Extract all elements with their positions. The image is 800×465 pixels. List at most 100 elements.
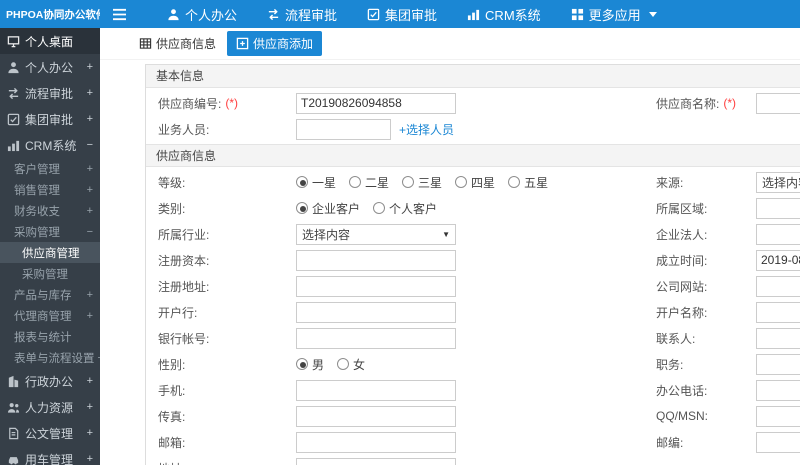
sidebar-item-14[interactable]: 报表与统计 (0, 326, 100, 347)
address-input[interactable] (296, 457, 456, 465)
approve-icon (367, 8, 380, 21)
topnav-item-4[interactable]: CRM系统 (452, 0, 556, 28)
sidebar-item-9[interactable]: 采购管理 − (0, 221, 100, 242)
topnav-item-2[interactable]: 流程审批 (252, 0, 352, 28)
sidebar-item-18[interactable]: 公文管理 + (0, 420, 100, 446)
sidebar-item-6[interactable]: 客户管理 + (0, 158, 100, 179)
reg-address-label: 注册地址: (158, 279, 210, 294)
contact-label: 联系人: (656, 331, 696, 346)
bank-input[interactable] (296, 301, 456, 323)
sidebar-item-3[interactable]: 流程审批 + (0, 80, 100, 106)
form-row: 注册地址: 公司网站: (146, 273, 800, 299)
business-person-input[interactable] (296, 118, 391, 140)
sidebar-item-16[interactable]: 行政办公 + (0, 368, 100, 394)
topnav-item-3[interactable]: 集团审批 (352, 0, 452, 28)
source-select[interactable]: 选择内容▼ (756, 171, 800, 193)
hr-icon (7, 401, 20, 414)
expand-toggle-icon: − (86, 139, 93, 151)
expand-toggle-icon: + (86, 309, 93, 322)
industry-select[interactable]: 选择内容 ▼ (296, 223, 456, 245)
sidebar-item-4[interactable]: 集团审批 + (0, 106, 100, 132)
level-radio-1[interactable]: 一星 (296, 174, 336, 191)
tab-2[interactable]: 供应商添加 (227, 31, 323, 56)
sidebar: 个人桌面 个人办公 + 流程审批 + 集团审批 + CRM系统 − 客户管理 + 销售管理 + 财务收支 +… (0, 28, 100, 465)
caret-down-icon: ▼ (442, 229, 450, 239)
expand-toggle-icon: + (86, 427, 93, 439)
required-marker: (*) (225, 96, 239, 110)
supplier-name-input[interactable] (756, 92, 800, 114)
form-row: 等级: 一星 二星 三星 四星 五星 来源: 选择内容▼ (146, 169, 800, 195)
gender-radio-2[interactable]: 女 (337, 356, 365, 373)
radio-icon[interactable] (349, 176, 362, 188)
office-phone-input[interactable] (756, 379, 800, 401)
qq-msn-input[interactable] (756, 405, 800, 427)
sidebar-item-label: 表单与流程设置 (14, 352, 95, 365)
industry-label: 所属行业: (158, 227, 210, 242)
topnav-item-5[interactable]: 更多应用 (556, 0, 672, 28)
topnav-label: 集团审批 (385, 7, 438, 23)
found-date-input[interactable] (756, 249, 800, 271)
level-radio-4[interactable]: 四星 (455, 174, 495, 191)
apps-icon (571, 8, 584, 21)
sidebar-item-7[interactable]: 销售管理 + (0, 179, 100, 200)
website-input[interactable] (756, 275, 800, 297)
radio-icon[interactable] (337, 358, 350, 370)
sidebar-item-5[interactable]: CRM系统 − (0, 132, 100, 158)
sidebar-item-13[interactable]: 代理商管理 + (0, 305, 100, 326)
level-radio-3[interactable]: 三星 (402, 174, 442, 191)
sidebar-item-2[interactable]: 个人办公 + (0, 54, 100, 80)
reg-address-input[interactable] (296, 275, 456, 297)
user-icon (167, 8, 180, 21)
zip-input[interactable] (756, 431, 800, 453)
sidebar-item-1[interactable]: 个人桌面 (0, 28, 100, 54)
desktop-icon (7, 35, 20, 48)
level-radio-5[interactable]: 五星 (508, 174, 548, 191)
job-title-input[interactable] (756, 353, 800, 375)
sidebar-item-label: 财务收支 (14, 205, 60, 218)
region-input[interactable] (756, 197, 800, 219)
sidebar-item-11[interactable]: 采购管理 (0, 263, 100, 284)
tab-1[interactable]: 供应商信息 (133, 31, 222, 56)
category-radio-2[interactable]: 个人客户 (373, 200, 437, 217)
fax-input[interactable] (296, 405, 456, 427)
sidebar-item-label: 采购管理 (22, 268, 68, 281)
sidebar-item-10[interactable]: 供应商管理 (0, 242, 100, 263)
form-row: 地址: (146, 455, 800, 465)
email-input[interactable] (296, 431, 456, 453)
doc-icon (7, 427, 20, 440)
sidebar-item-label: 人力资源 (25, 400, 74, 415)
fax-label: 传真: (158, 409, 186, 424)
sidebar-item-15[interactable]: 表单与流程设置+ (0, 347, 100, 368)
gender-radio-1[interactable]: 男 (296, 356, 324, 373)
radio-icon[interactable] (402, 176, 415, 188)
level-label: 等级: (158, 175, 186, 190)
sidebar-item-label: 公文管理 (25, 426, 74, 441)
radio-icon[interactable] (508, 176, 521, 188)
contact-input[interactable] (756, 327, 800, 349)
supplier-code-input[interactable] (296, 92, 456, 114)
approve-icon (7, 113, 20, 126)
radio-icon[interactable] (296, 202, 308, 214)
expand-toggle-icon: + (86, 288, 93, 301)
radio-icon[interactable] (455, 176, 468, 188)
bank-account-input[interactable] (296, 327, 456, 349)
select-person-link[interactable]: +选择人员 (399, 121, 454, 138)
sidebar-item-17[interactable]: 人力资源 + (0, 394, 100, 420)
radio-icon[interactable] (296, 358, 308, 370)
reg-capital-input[interactable] (296, 249, 456, 271)
topnav-item-1[interactable]: 个人办公 (152, 0, 252, 28)
sidebar-item-8[interactable]: 财务收支 + (0, 200, 100, 221)
legal-person-input[interactable] (756, 223, 800, 245)
radio-icon[interactable] (373, 202, 386, 214)
level-radio-2[interactable]: 二星 (349, 174, 389, 191)
mobile-input[interactable] (296, 379, 456, 401)
sidebar-item-19[interactable]: 用车管理 + (0, 446, 100, 465)
category-radio-1[interactable]: 企业客户 (296, 200, 360, 217)
hamburger-menu-button[interactable] (100, 8, 138, 21)
expand-toggle-icon: + (86, 204, 93, 217)
sidebar-item-12[interactable]: 产品与库存 + (0, 284, 100, 305)
select-value: 选择内容 (302, 227, 351, 242)
radio-icon[interactable] (296, 176, 308, 188)
account-name-input[interactable] (756, 301, 800, 323)
sidebar-item-label: 报表与统计 (14, 331, 72, 344)
